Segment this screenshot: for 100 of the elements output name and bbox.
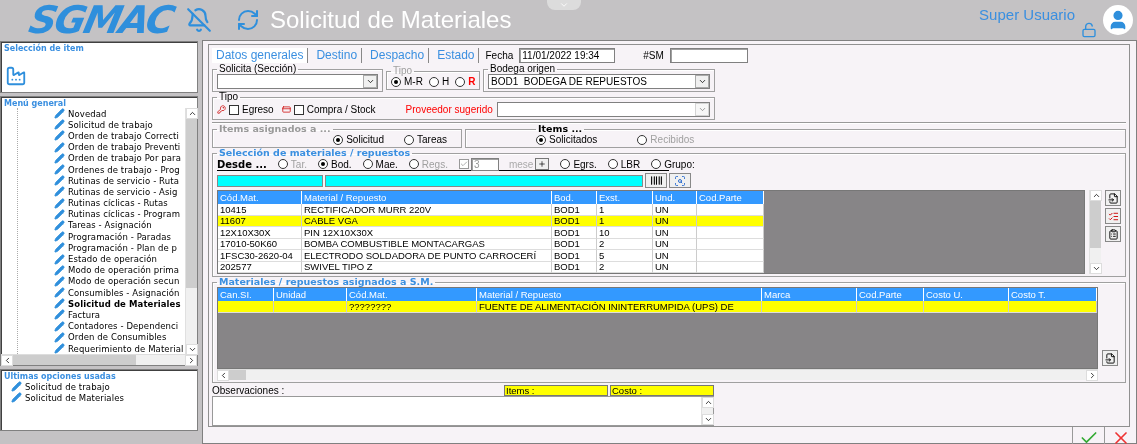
menu-item[interactable]: Consumibles - Asignación [54, 287, 185, 299]
import-button[interactable] [1105, 190, 1121, 206]
checkbox[interactable] [458, 159, 469, 169]
cost-total: Costo : [610, 385, 714, 396]
table-row[interactable]: ???????? FUENTE DE ALIMENTACIÓN ININTERRUMPIDA (UPS) DE [218, 301, 1097, 313]
user-avatar[interactable] [1103, 5, 1133, 35]
menu-item[interactable]: Solicitud de Materiales [1, 392, 197, 404]
radio-button[interactable] [651, 159, 662, 169]
option-label: Mae. [375, 158, 398, 170]
table-row[interactable]: 12X10X30X PIN 12X10X30X BOD1 10 UN [218, 227, 1084, 239]
group-title: Tipo [392, 66, 413, 76]
clipboard-icon [1107, 228, 1119, 240]
checklist-button[interactable] [1105, 208, 1121, 224]
radio-button[interactable] [455, 76, 466, 87]
table-cell: PIN 12X10X30X [302, 227, 552, 239]
menu-item[interactable]: Estado de operación [54, 253, 185, 265]
scroll-thumb[interactable] [229, 370, 246, 380]
bell-off-icon[interactable] [186, 7, 212, 33]
warehouse-dropdown[interactable]: BOD1 BODEGA DE REPUESTOS [488, 74, 710, 89]
search-button[interactable] [669, 173, 691, 188]
supplier-dropdown[interactable] [496, 102, 710, 117]
field-label: Fecha [485, 50, 514, 61]
menu-item[interactable]: Solicitud de trabajo [54, 119, 185, 131]
card-icon [281, 105, 291, 114]
radio-button[interactable] [362, 159, 373, 169]
chevron-down-icon [697, 77, 707, 86]
horizontal-scrollbar[interactable] [1, 354, 197, 365]
option-label: Bod. [331, 158, 352, 170]
option-label: Recibidos [650, 134, 695, 145]
menu-item[interactable]: Solicitud de trabajo [1, 381, 197, 393]
radio-button[interactable] [536, 134, 546, 145]
menu-item[interactable]: Orden de Consumibles [54, 331, 185, 343]
menu-item[interactable]: Rutinas cíclicas - Program [54, 208, 185, 220]
menu-item[interactable]: Orden de trabajo Preventi [54, 141, 185, 153]
clipboard-button[interactable] [1105, 226, 1121, 242]
radio-button[interactable] [333, 134, 344, 145]
field-label: #SM [643, 50, 664, 61]
notes-field[interactable] [212, 396, 714, 426]
menu-item[interactable]: Programación - Paradas [54, 231, 185, 243]
checkbox[interactable] [229, 104, 239, 115]
menu-item[interactable]: Contadores - Dependenci [54, 320, 185, 332]
window-title: Solicitud de Materiales [270, 6, 512, 34]
section-dropdown[interactable] [217, 74, 378, 89]
pencil-icon [54, 141, 65, 153]
date-field[interactable]: 11/01/2022 19:34 [519, 48, 616, 63]
scroll-thumb[interactable] [1090, 201, 1101, 248]
menu-item[interactable]: Rutinas de servicio - Asig [54, 186, 185, 198]
table-cell: BOD1 [552, 204, 597, 216]
menu-item[interactable]: Modo de operación secun [54, 275, 185, 287]
menu-item[interactable]: Factura [54, 309, 185, 321]
pencil-icon [54, 309, 65, 321]
chevron-up-icon [1091, 191, 1101, 200]
lock-open-icon[interactable] [1081, 22, 1097, 38]
table-row[interactable]: 202577 SWIVEL TIPO Z BOD1 2 UN [218, 261, 1084, 273]
menu-item[interactable]: Orden de trabajo Por para [54, 152, 185, 164]
chevron-down-icon [187, 345, 197, 354]
menu-item[interactable]: Modo de operación prima [54, 264, 185, 276]
option-label: Solicitados [549, 134, 598, 145]
factory-icon [5, 65, 27, 87]
code-search-field[interactable] [217, 174, 323, 187]
import-button[interactable] [1102, 350, 1118, 366]
scroll-thumb[interactable] [13, 355, 136, 365]
menu-item[interactable]: Requerimiento de Material [54, 342, 185, 354]
checkbox[interactable] [293, 104, 304, 115]
table-row[interactable]: 1FSC30-2620-04 ELECTRODO SOLDADORA DE PUNTO CARROCERÍ BOD1 5 UN [218, 250, 1084, 262]
menu-item[interactable]: Ordenes de trabajo - Prog [54, 163, 185, 176]
refresh-icon[interactable] [236, 8, 260, 32]
option-label: Egrs. [573, 158, 597, 170]
sm-field[interactable] [669, 48, 748, 63]
option-label: H [441, 76, 450, 87]
pencil-icon [54, 130, 65, 142]
pencil-icon [54, 343, 65, 354]
menu-item[interactable]: Novedad [54, 108, 185, 120]
menu-item[interactable]: Programación - Plan de p [54, 242, 185, 254]
tab[interactable]: Datos generales [212, 48, 309, 63]
menu-item[interactable]: Tareas - Asignación [54, 219, 185, 232]
radio-button[interactable] [607, 159, 618, 169]
pencil-icon [54, 287, 65, 299]
table-row[interactable]: 17010-50K60 BOMBA COMBUSTIBLE MONTACARGAS BOD1 2 UN [218, 238, 1084, 250]
scroll-thumb[interactable] [186, 119, 197, 288]
table-row[interactable]: 10415 RECTIFICADOR MURR 220V BOD1 1 UN [218, 204, 1084, 216]
menu-item[interactable]: Solicitud de Materiales [54, 298, 185, 310]
radio-button[interactable] [404, 134, 414, 145]
table-row[interactable]: 11607 CABLE VGA BOD1 1 UN [218, 215, 1084, 227]
file-import-icon [1107, 192, 1119, 204]
radio-button[interactable] [428, 76, 439, 87]
radio-button[interactable] [560, 159, 571, 169]
radio-button[interactable] [391, 76, 401, 87]
vertical-scrollbar[interactable] [1089, 190, 1101, 274]
menu-item[interactable]: Rutinas cíclicas - Rutas [54, 197, 185, 209]
menu-item[interactable]: Rutinas de servicio - Ruta [54, 175, 185, 187]
vertical-scrollbar[interactable] [185, 108, 197, 355]
radio-button[interactable] [318, 159, 328, 169]
plus-button[interactable] [535, 158, 550, 170]
horizontal-scrollbar[interactable] [217, 369, 1098, 380]
group-title: Selección de materiales / repuestos [218, 148, 412, 158]
barcode-button[interactable] [645, 173, 667, 188]
field-label: Proveedor sugerido [405, 104, 493, 115]
menu-item[interactable]: Orden de trabajo Correcti [54, 130, 185, 142]
name-search-field[interactable] [325, 174, 643, 187]
